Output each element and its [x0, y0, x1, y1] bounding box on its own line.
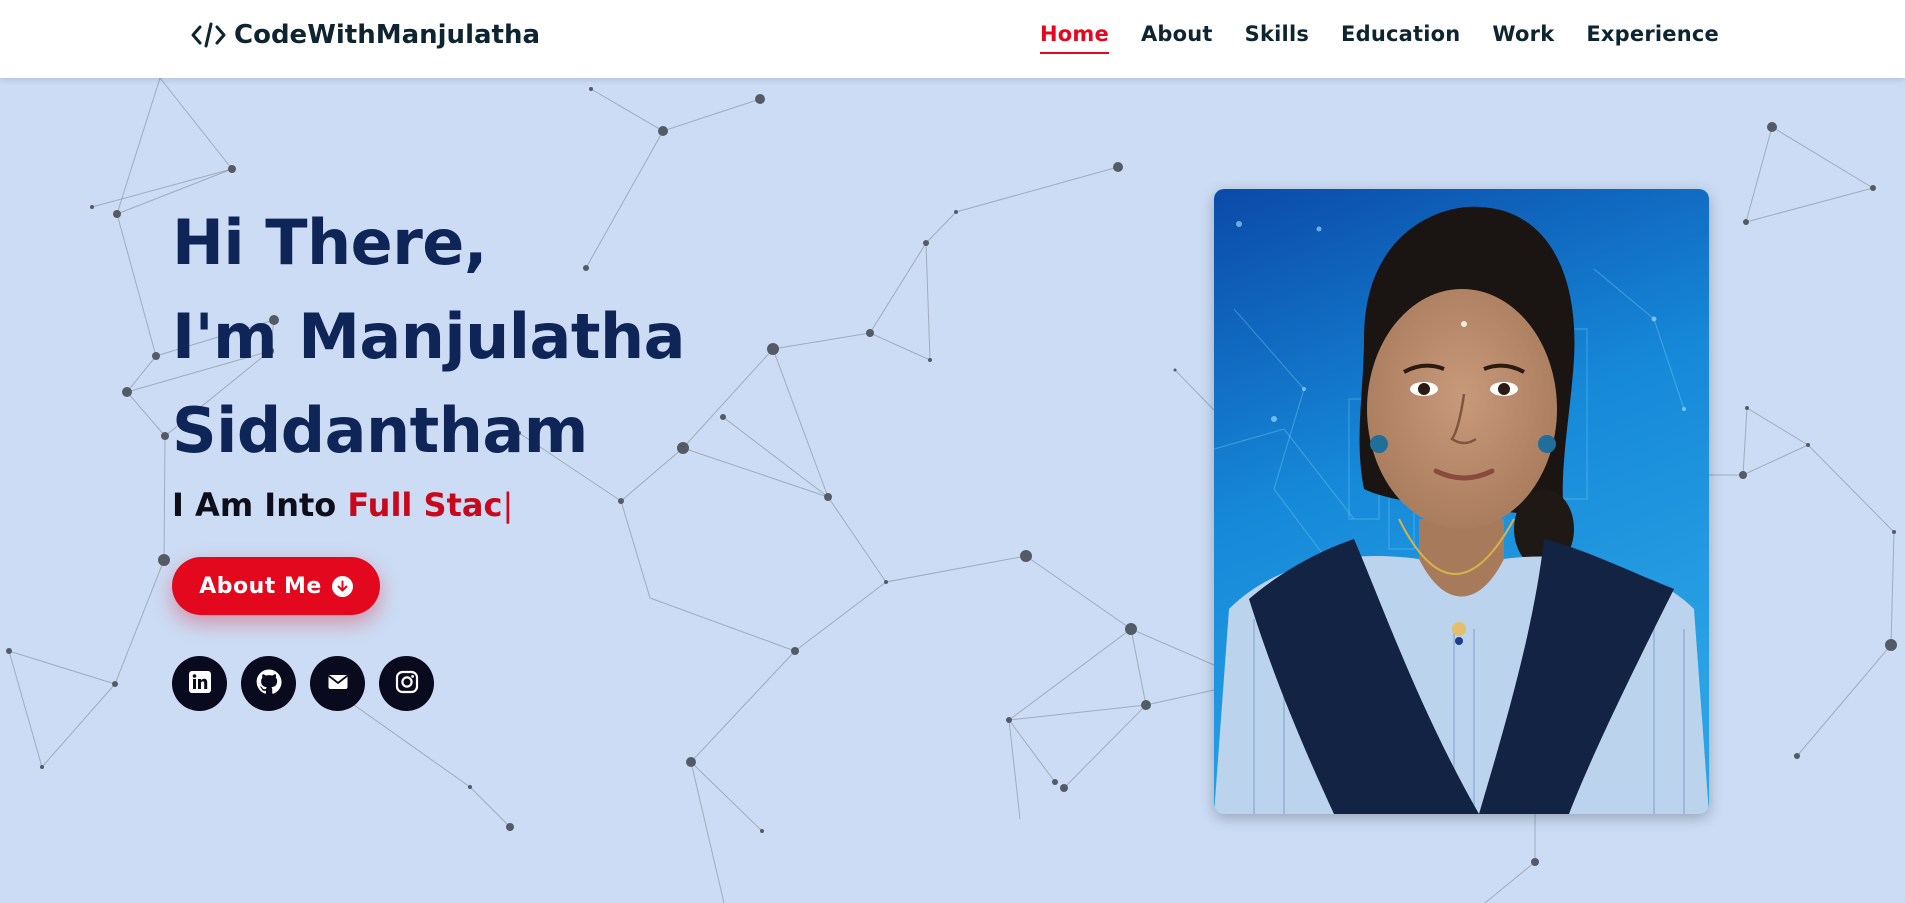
hero-name-line2: Siddantham	[172, 394, 588, 467]
linkedin-icon	[188, 670, 212, 698]
hero-greeting: Hi There,	[172, 206, 487, 279]
hero-name-line1: I'm Manjulatha	[172, 300, 686, 373]
logo-text: CodeWithManjulatha	[234, 20, 541, 50]
nav-work[interactable]: Work	[1492, 22, 1554, 54]
social-links	[172, 656, 434, 711]
instagram-link[interactable]	[379, 656, 434, 711]
subtitle-prefix: I Am Into	[172, 486, 348, 524]
about-me-label: About Me	[199, 573, 322, 599]
main-nav: Home About Skills Education Work Experie…	[1040, 22, 1719, 54]
github-icon	[256, 669, 282, 699]
profile-photo	[1214, 189, 1709, 814]
arrow-circle-down-icon	[331, 575, 353, 597]
nav-home[interactable]: Home	[1040, 22, 1109, 54]
email-icon	[327, 674, 348, 694]
nav-experience[interactable]: Experience	[1586, 22, 1719, 54]
github-link[interactable]	[241, 656, 296, 711]
email-link[interactable]	[310, 656, 365, 711]
code-brackets-icon	[190, 20, 228, 50]
nav-about[interactable]: About	[1141, 22, 1213, 54]
typing-cursor: |	[502, 486, 514, 524]
linkedin-link[interactable]	[172, 656, 227, 711]
nav-skills[interactable]: Skills	[1245, 22, 1309, 54]
site-logo[interactable]: CodeWithManjulatha	[190, 20, 540, 50]
hero-title: Hi There, I'm Manjulatha Siddantham	[172, 196, 686, 478]
typed-text: Full Stac	[347, 486, 503, 524]
about-me-button[interactable]: About Me	[172, 557, 380, 615]
hero-subtitle: I Am Into Full Stac|	[172, 486, 513, 524]
site-header: CodeWithManjulatha Home About Skills Edu…	[0, 0, 1905, 78]
instagram-icon	[395, 670, 419, 698]
nav-education[interactable]: Education	[1341, 22, 1460, 54]
